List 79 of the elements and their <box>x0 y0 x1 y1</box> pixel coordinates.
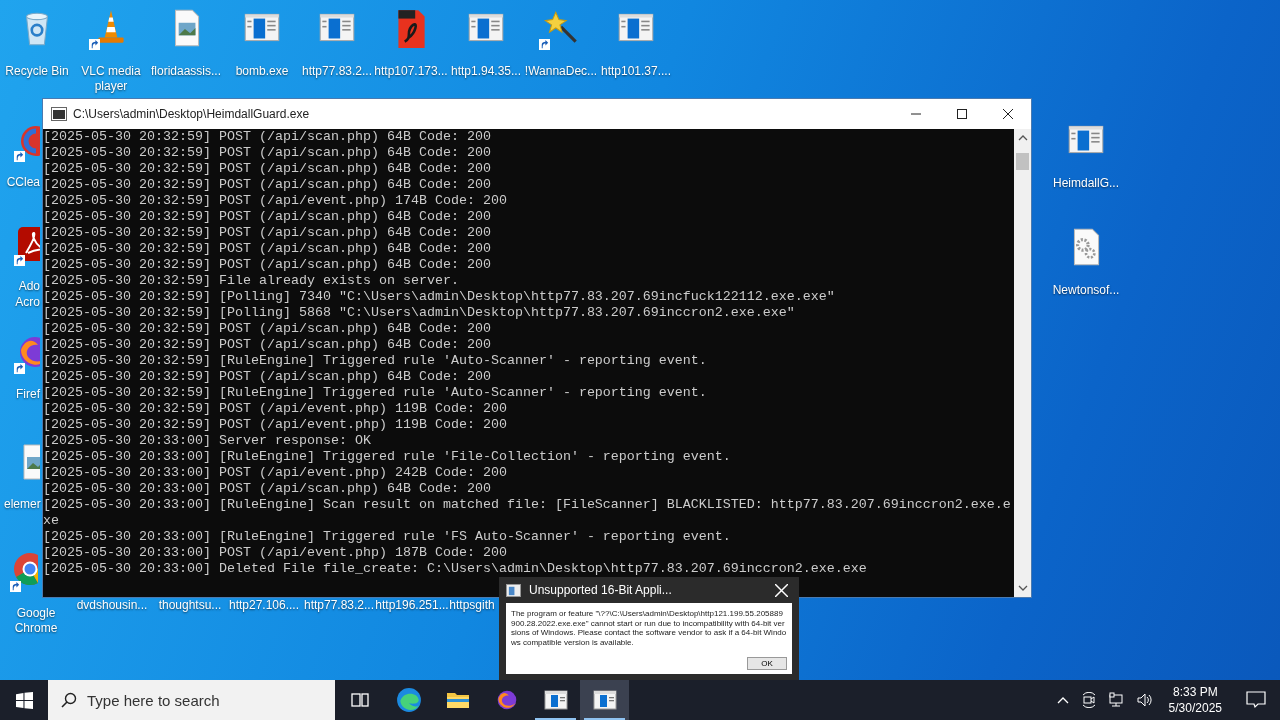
console-line: [2025-05-30 20:32:59] POST (/api/event.php) 119B Code: 200 <box>43 401 508 417</box>
icon-label: bomb.exe <box>235 64 289 79</box>
icon-label: http77.83.2... <box>301 64 373 79</box>
icon-label: dvdshousin... <box>76 598 148 613</box>
console-line: [2025-05-30 20:32:59] [Polling] 7340 "C:\Users\admin\Desktop\http77.83.207.69incfuck122112.exe.exe" <box>43 289 836 305</box>
icon-label: Recycle Bin <box>5 64 69 79</box>
taskbar-app-button[interactable] <box>580 680 629 720</box>
scroll-up-icon[interactable] <box>1017 135 1028 141</box>
console-line: [2025-05-30 20:32:59] POST (/api/scan.php) 64B Code: 200 <box>43 161 492 177</box>
dialog-message: The program or feature "\??\C:\Users\admin\Desktop\http121.199.55.205889900.28.2022.exe.exe" cannot start or run due to incompatibility with 64-bit versions of Windows. Please contact the software vendor to ask if a 64-bit Windows compatible version is available. <box>511 609 787 649</box>
ok-button[interactable]: OK <box>747 657 787 670</box>
search-field[interactable]: Type here to search <box>48 680 335 720</box>
icon-label: Firef <box>15 386 40 402</box>
app-window-icon <box>592 690 617 710</box>
icon-label: VLC media player <box>80 64 142 94</box>
clock-time[interactable]: 8:33 PM <box>1172 684 1218 700</box>
console-line: [2025-05-30 20:32:59] POST (/api/scan.php) 64B Code: 200 <box>43 129 492 145</box>
app-window-icon <box>506 583 521 597</box>
scroll-down-icon[interactable] <box>1017 585 1028 591</box>
maximize-icon <box>957 109 967 119</box>
console-line: [2025-05-30 20:33:00] Server response: OK <box>43 433 372 449</box>
console-line: [2025-05-30 20:33:00] [RuleEngine] Scan result on matched file: [FileScanner] BLACKLISTED: http77.83.207.69inccron2.exe.e <box>43 497 1012 513</box>
scroll-thumb[interactable] <box>1016 153 1029 170</box>
camera-icon[interactable] <box>1080 692 1097 708</box>
console-line: [2025-05-30 20:32:59] [RuleEngine] Triggered rule 'Auto-Scanner' - reporting event. <box>43 353 708 369</box>
console-window-icon <box>51 107 67 121</box>
console-line: [2025-05-30 20:33:00] POST (/api/event.php) 187B Code: 200 <box>43 545 508 561</box>
windows-logo-icon <box>15 691 33 709</box>
console-line: [2025-05-30 20:32:59] POST (/api/scan.php) 64B Code: 200 <box>43 209 492 225</box>
icon-label: http101.37.... <box>600 64 672 79</box>
window-title: C:\Users\admin\Desktop\HeimdallGuard.exe <box>73 107 310 121</box>
dialog-title: Unsupported 16-Bit Appli... <box>529 583 672 597</box>
console-line: [2025-05-30 20:32:59] POST (/api/scan.php) 64B Code: 200 <box>43 257 492 273</box>
icon-label: http1.94.35... <box>450 64 522 79</box>
console-line: [2025-05-30 20:32:59] [RuleEngine] Triggered rule 'Auto-Scanner' - reporting event. <box>43 385 708 401</box>
notification-icon[interactable] <box>1246 691 1266 709</box>
icon-label: !WannaDec... <box>524 64 598 79</box>
volume-icon[interactable] <box>1136 692 1153 708</box>
console-line: [2025-05-30 20:32:59] POST (/api/scan.php) 64B Code: 200 <box>43 337 492 353</box>
app-window-icon <box>543 690 568 710</box>
console-line: [2025-05-30 20:33:00] [RuleEngine] Triggered rule 'File-Collection' - reporting event. <box>43 449 732 465</box>
icon-label: Ado Acro <box>14 278 40 310</box>
console-line: [2025-05-30 20:32:59] POST (/api/event.php) 174B Code: 200 <box>43 193 508 209</box>
console-line: [2025-05-30 20:32:59] POST (/api/scan.php) 64B Code: 200 <box>43 225 492 241</box>
icon-label: floridaassis... <box>151 64 221 79</box>
console-line: [2025-05-30 20:32:59] POST (/api/scan.php) 64B Code: 200 <box>43 369 492 385</box>
close-icon <box>1003 109 1013 119</box>
console-line: [2025-05-30 20:33:00] [RuleEngine] Triggered rule 'FS Auto-Scanner' - reporting event. <box>43 529 732 545</box>
folder-icon <box>445 690 470 710</box>
console-line: [2025-05-30 20:32:59] POST (/api/scan.php) 64B Code: 200 <box>43 321 492 337</box>
console-line: [2025-05-30 20:33:00] Deleted File file_create: C:\Users\admin\Desktop\http77.83.207.69inccron2.exe.exe <box>43 561 868 577</box>
console-line: [2025-05-30 20:32:59] File already exists on server. <box>43 273 460 289</box>
console-line: [2025-05-30 20:33:00] POST (/api/event.php) 242B Code: 200 <box>43 465 508 481</box>
task-view-icon <box>349 690 370 710</box>
search-icon <box>61 692 77 708</box>
icon-label: HeimdallG... <box>1053 176 1119 191</box>
icon-label: httpsgith <box>449 598 495 613</box>
console-line: [2025-05-30 20:32:59] POST (/api/scan.php) 64B Code: 200 <box>43 241 492 257</box>
console-line: xe <box>43 513 60 529</box>
icon-label: http196.251... <box>375 598 449 613</box>
network-icon[interactable] <box>1108 692 1125 708</box>
icon-label: thoughtsu... <box>158 598 222 613</box>
icon-label: http77.83.2... <box>303 598 375 613</box>
browser-logo-icon <box>395 687 422 713</box>
console-line: [2025-05-30 20:32:59] [Polling] 5868 "C:\Users\admin\Desktop\http77.83.207.69inccron2.exe.exe" <box>43 305 796 321</box>
console-line: [2025-05-30 20:32:59] POST (/api/scan.php) 64B Code: 200 <box>43 177 492 193</box>
icon-label: CClea <box>5 174 40 190</box>
console-line: [2025-05-30 20:32:59] POST (/api/event.php) 119B Code: 200 <box>43 417 508 433</box>
icon-label: http107.173... <box>374 64 448 79</box>
icon-label: Google Chrome <box>13 606 59 636</box>
clock-date[interactable]: 5/30/2025 <box>1168 700 1222 716</box>
console-line: [2025-05-30 20:32:59] POST (/api/scan.php) 64B Code: 200 <box>43 145 492 161</box>
chevron-up-icon[interactable] <box>1056 696 1069 704</box>
icon-label: elemer <box>4 496 40 512</box>
scrollbar[interactable] <box>1014 129 1031 597</box>
close-icon <box>774 583 788 597</box>
console-line: [2025-05-30 20:33:00] POST (/api/scan.php) 64B Code: 200 <box>43 481 492 497</box>
icon-label: http27.106.... <box>228 598 300 613</box>
icon-label: Newtonsof... <box>1052 283 1120 298</box>
